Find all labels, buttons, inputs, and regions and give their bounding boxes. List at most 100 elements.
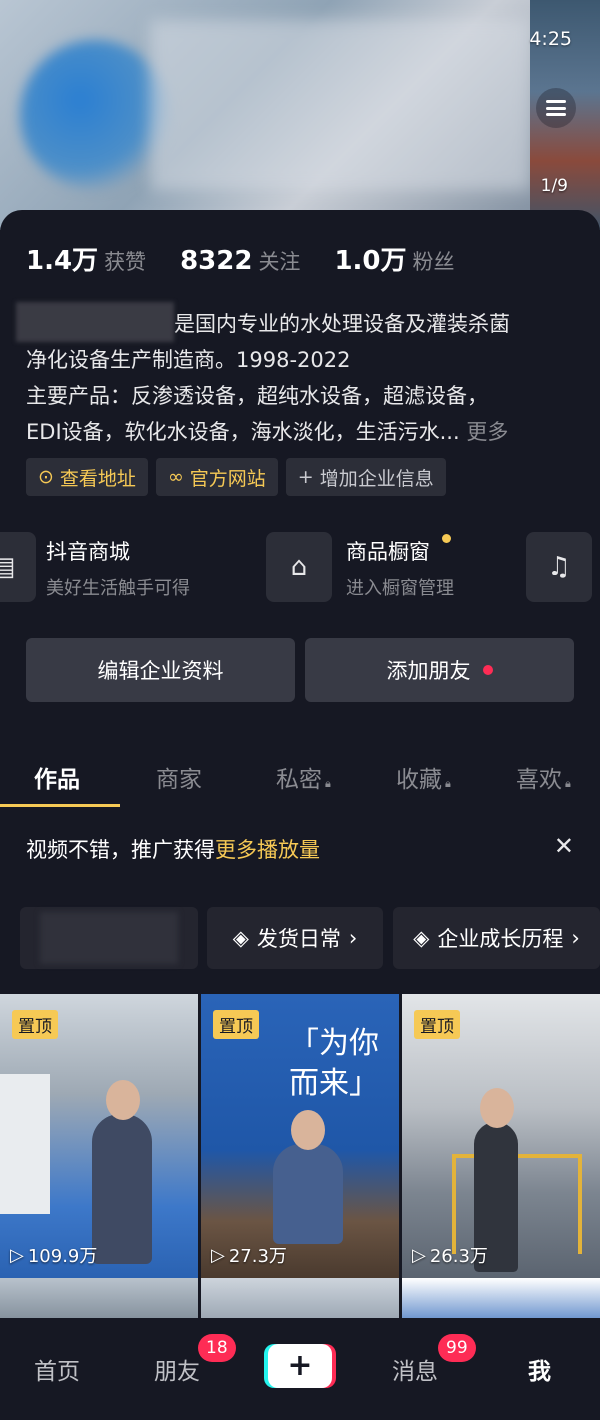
mall-icon[interactable]: ▤ <box>0 532 36 602</box>
link-icon: ∞ <box>167 466 184 488</box>
profile-cover[interactable]: 4:25 1/9 <box>0 0 600 230</box>
play-count: ▷ 27.3万 <box>211 1242 287 1268</box>
messages-badge: 99 <box>438 1334 476 1362</box>
play-count-value: 26.3万 <box>429 1246 488 1267</box>
collection-redacted[interactable] <box>20 907 198 969</box>
stat-following-count: 8322 <box>180 246 253 276</box>
shop-window-dot <box>442 534 451 543</box>
profile-panel: 1.4万 获赞 8322 关注 1.0万 粉丝 是国内专业的水处理设备及灌装杀菌 净化… <box>0 210 600 1420</box>
cover-pager: 1/9 <box>540 176 568 196</box>
pinned-badge: 置顶 <box>12 1010 58 1039</box>
nav-messages[interactable]: 消息 99 <box>392 1334 476 1386</box>
bio-line-4: EDI设备，软化水设备，海水淡化，生活污水... 更多 <box>26 414 576 450</box>
promo-highlight[interactable]: 更多播放量 <box>215 838 320 862</box>
official-website-label: 官方网站 <box>189 467 266 490</box>
lock-icon: 🔒︎ <box>445 777 451 790</box>
stat-followers[interactable]: 1.0万 粉丝 <box>334 240 454 277</box>
pinned-badge: 置顶 <box>213 1010 259 1039</box>
collection-shipping[interactable]: ◈ 发货日常 › <box>207 907 383 969</box>
bottom-nav: 首页 朋友 18 + 消息 99 我 <box>0 1318 600 1420</box>
view-address-button[interactable]: ⊙ 查看地址 <box>26 458 148 496</box>
music-note-icon[interactable]: ♫ <box>526 532 592 602</box>
edit-enterprise-profile-button[interactable]: 编辑企业资料 <box>26 638 295 702</box>
friends-badge: 18 <box>198 1334 236 1362</box>
nav-friends-label: 朋友 <box>154 1359 200 1385</box>
collection-growth-label: 企业成长历程 <box>437 927 564 951</box>
mall-subtitle: 美好生活触手可得 <box>46 578 190 599</box>
bio-line-2: 净化设备生产制造商。1998-2022 <box>26 348 351 372</box>
nav-friends[interactable]: 朋友 18 <box>154 1334 236 1386</box>
layers-icon: ◈ <box>232 926 249 950</box>
active-tab-indicator <box>0 804 120 807</box>
notification-dot <box>482 665 493 675</box>
plus-icon: + <box>287 1348 313 1383</box>
presenter-head <box>480 1088 514 1128</box>
tab-works[interactable]: 作品 <box>34 760 80 794</box>
tab-private[interactable]: 私密 🔒︎ <box>276 760 331 794</box>
promo-banner[interactable]: 视频不错，推广获得更多播放量 ✕ <box>26 832 574 864</box>
create-button[interactable]: + <box>268 1344 332 1388</box>
redacted-collection-name <box>40 912 178 964</box>
video-caption-line-2: 而来」 <box>289 1066 379 1101</box>
play-icon: ▷ <box>412 1244 426 1266</box>
nav-home[interactable]: 首页 <box>34 1352 80 1386</box>
shop-window-title[interactable]: 商品橱窗 <box>346 536 430 566</box>
layers-icon: ◈ <box>413 926 430 950</box>
pinned-badge: 置顶 <box>414 1010 460 1039</box>
tab-favorites[interactable]: 收藏 🔒︎ <box>396 760 451 794</box>
nav-messages-label: 消息 <box>392 1359 438 1385</box>
shop-entries: ▤ 抖音商城 美好生活触手可得 ⌂ 商品橱窗 进入橱窗管理 ♫ <box>0 532 600 604</box>
collection-growth[interactable]: ◈ 企业成长历程 › <box>393 907 600 969</box>
presenter-figure <box>273 1110 343 1244</box>
stat-following[interactable]: 8322 关注 <box>180 246 300 276</box>
cover-blur <box>150 20 530 190</box>
mall-title[interactable]: 抖音商城 <box>46 536 130 566</box>
play-count-value: 27.3万 <box>228 1246 287 1267</box>
presenter-head <box>291 1110 325 1150</box>
profile-actions: 编辑企业资料 添加朋友 <box>26 638 574 702</box>
add-enterprise-info-button[interactable]: + 增加企业信息 <box>285 458 446 496</box>
redacted-name <box>16 302 174 342</box>
content-tabs: 作品 商家 私密 🔒︎ 收藏 🔒︎ 喜欢 🔒︎ <box>0 750 600 810</box>
video-tile[interactable]: 置顶 ▷ 109.9万 <box>0 994 198 1278</box>
lock-icon: 🔒︎ <box>565 777 571 790</box>
bio-line-1: 是国内专业的水处理设备及灌装杀菌 <box>16 302 576 342</box>
view-address-label: 查看地址 <box>59 467 136 490</box>
video-caption-line-1: 「为你 <box>289 1026 379 1061</box>
play-count: ▷ 26.3万 <box>412 1242 488 1268</box>
profile-bio[interactable]: 是国内专业的水处理设备及灌装杀菌 净化设备生产制造商。1998-2022 主要产… <box>16 302 576 450</box>
bio-more-link[interactable]: 更多 <box>466 420 508 444</box>
chevron-right-icon: › <box>571 926 580 950</box>
menu-button[interactable] <box>536 88 576 128</box>
add-friend-button[interactable]: 添加朋友 <box>305 638 574 702</box>
bio-line-3: 主要产品：反渗透设备，超纯水设备，超滤设备， <box>26 384 488 408</box>
edit-profile-label: 编辑企业资料 <box>97 659 224 683</box>
official-website-button[interactable]: ∞ 官方网站 <box>155 458 278 496</box>
enterprise-chips: ⊙ 查看地址 ∞ 官方网站 + 增加企业信息 <box>26 458 446 496</box>
video-tile[interactable]: 「为你而来」 置顶 ▷ 27.3万 <box>201 994 399 1278</box>
chevron-right-icon: › <box>348 926 358 950</box>
play-icon: ▷ <box>10 1244 24 1266</box>
stat-followers-label: 粉丝 <box>412 250 455 274</box>
play-count-value: 109.9万 <box>27 1246 98 1267</box>
tab-likes[interactable]: 喜欢 🔒︎ <box>516 760 571 794</box>
profile-stats: 1.4万 获赞 8322 关注 1.0万 粉丝 <box>26 240 455 277</box>
presenter-head <box>106 1080 140 1120</box>
tab-favorites-label: 收藏 <box>396 767 442 793</box>
tab-private-label: 私密 <box>276 767 322 793</box>
close-icon[interactable]: ✕ <box>554 832 574 860</box>
collection-shipping-label: 发货日常 <box>256 927 341 951</box>
shop-window-subtitle: 进入橱窗管理 <box>346 578 454 599</box>
tab-merchant[interactable]: 商家 <box>156 760 202 794</box>
menu-icon <box>546 100 566 116</box>
stat-likes[interactable]: 1.4万 获赞 <box>26 240 146 277</box>
machine-graphic <box>0 1074 50 1214</box>
video-tile[interactable]: 置顶 ▷ 26.3万 <box>402 994 600 1278</box>
stat-likes-label: 获赞 <box>104 250 147 274</box>
video-caption: 「为你 而来」 <box>289 1024 379 1104</box>
nav-me[interactable]: 我 <box>528 1352 551 1386</box>
promo-text: 视频不错，推广获得 <box>26 838 215 862</box>
stat-followers-count: 1.0万 <box>334 246 407 276</box>
lock-icon: 🔒︎ <box>325 777 331 790</box>
shop-window-icon[interactable]: ⌂ <box>266 532 332 602</box>
